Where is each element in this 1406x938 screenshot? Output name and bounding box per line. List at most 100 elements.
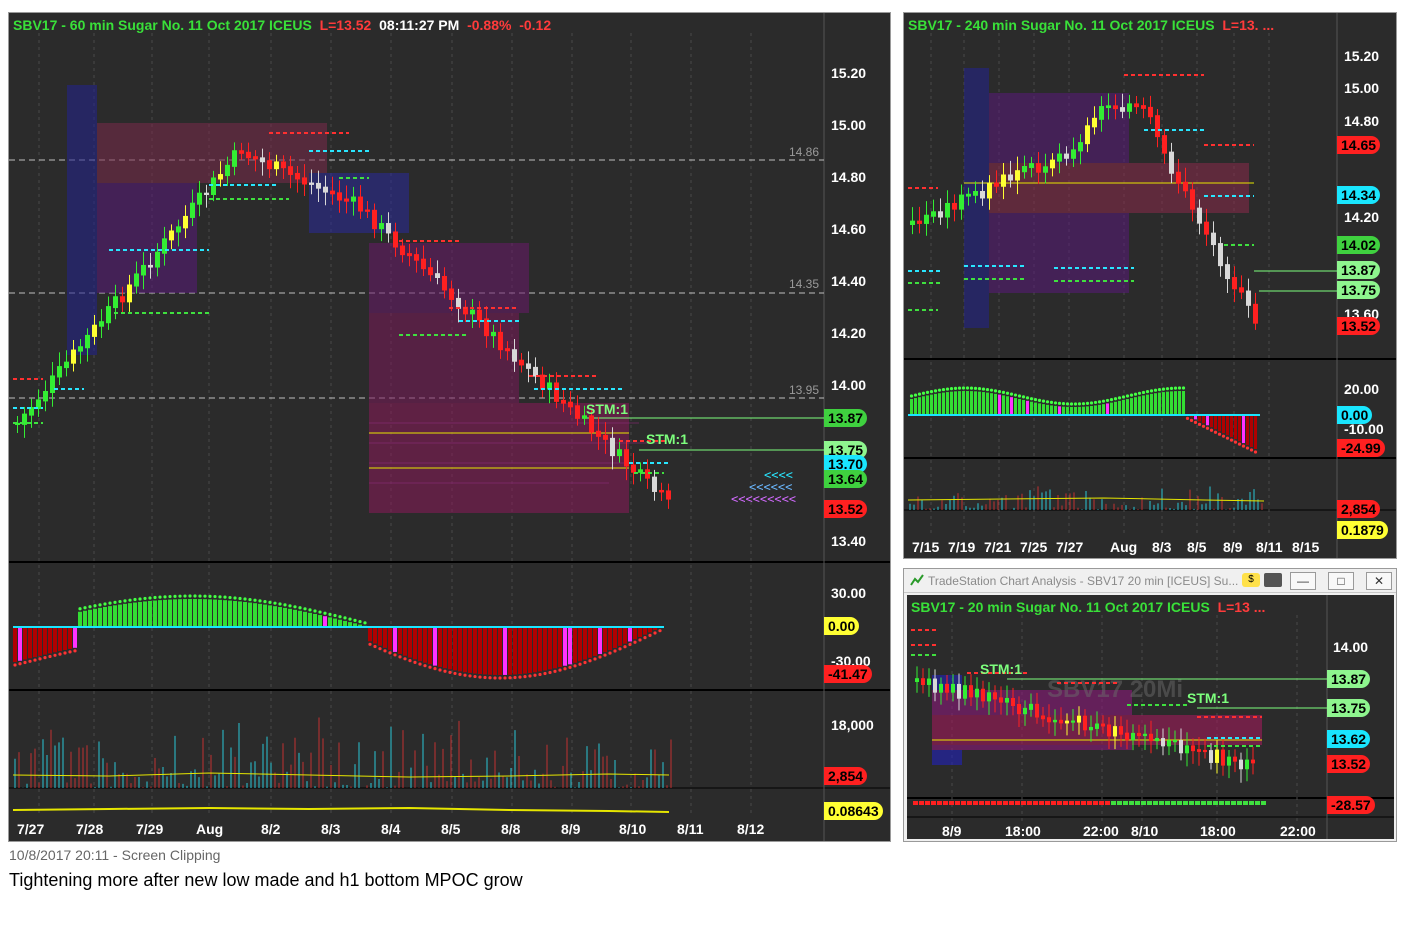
osc-dot bbox=[603, 653, 607, 657]
price-tick: 14.80 bbox=[1344, 113, 1380, 129]
candle-body bbox=[987, 182, 992, 199]
symbol-link-icon[interactable]: $ bbox=[1242, 573, 1260, 587]
candle-body bbox=[589, 415, 594, 433]
osc-dot bbox=[593, 657, 597, 661]
osc-dot bbox=[388, 651, 392, 655]
minimize-button[interactable]: — bbox=[1290, 572, 1316, 590]
osc-dot bbox=[218, 595, 222, 599]
osc-dot bbox=[518, 675, 522, 679]
osc-dot bbox=[1141, 801, 1146, 805]
osc-dot bbox=[929, 390, 934, 394]
osc-bar bbox=[468, 627, 472, 673]
candle-body bbox=[190, 202, 195, 218]
chart-20min-canvas[interactable]: SBV17 20Mi bbox=[907, 595, 1394, 839]
osc-bar bbox=[1050, 405, 1053, 415]
osc-bar bbox=[333, 618, 337, 627]
osc-bar bbox=[1042, 404, 1045, 415]
osc-bar bbox=[1218, 415, 1221, 432]
osc-dot bbox=[138, 597, 142, 601]
candle-body bbox=[1233, 756, 1237, 762]
osc-dot bbox=[113, 600, 117, 604]
osc-dot bbox=[278, 602, 282, 606]
window-title-bar[interactable]: TradeStation Chart Analysis - SBV17 20 m… bbox=[904, 569, 1396, 593]
candle-body bbox=[337, 192, 342, 201]
osc-dot bbox=[1125, 394, 1130, 398]
candle-body bbox=[915, 678, 919, 682]
osc-dot bbox=[1237, 442, 1242, 446]
chart-panel-240min[interactable]: SBV17 - 240 min Sugar No. 11 Oct 2017 IC… bbox=[903, 12, 1397, 559]
osc-bar bbox=[203, 599, 207, 627]
osc-bar bbox=[998, 394, 1001, 415]
candle-body bbox=[197, 192, 202, 205]
candle-body bbox=[987, 692, 991, 702]
candle-body bbox=[1137, 732, 1141, 737]
candle-body bbox=[994, 182, 999, 187]
osc-bar bbox=[643, 627, 647, 635]
candle-body bbox=[1120, 107, 1125, 112]
date-tick: 8/10 bbox=[1131, 823, 1159, 839]
osc-dot bbox=[88, 605, 92, 609]
level-label: 13.95 bbox=[789, 383, 820, 397]
maximize-button[interactable]: □ bbox=[1328, 572, 1354, 590]
osc-dot bbox=[941, 387, 946, 392]
indicator-tag: 0.08643 bbox=[824, 802, 883, 820]
osc-dot bbox=[1039, 801, 1044, 805]
osc-dot bbox=[1207, 801, 1212, 805]
candle-body bbox=[57, 366, 62, 378]
osc-bar bbox=[922, 396, 925, 415]
candle-body bbox=[1001, 174, 1006, 187]
menu-icon[interactable] bbox=[1264, 573, 1282, 587]
osc-bar bbox=[628, 627, 632, 642]
osc-bar bbox=[1058, 406, 1061, 415]
momentum-oscillator-60min bbox=[13, 594, 662, 680]
osc-bar bbox=[293, 609, 297, 627]
osc-bar bbox=[473, 627, 477, 674]
chart-240min-canvas[interactable] bbox=[904, 13, 1397, 559]
osc-bar bbox=[248, 602, 252, 627]
osc-bar bbox=[1102, 404, 1105, 415]
candle-body bbox=[1011, 698, 1015, 707]
candle-body bbox=[624, 449, 629, 467]
candle-body bbox=[1089, 726, 1093, 731]
osc-dot bbox=[333, 613, 337, 618]
candle-body bbox=[400, 245, 405, 256]
candle-body bbox=[316, 182, 321, 189]
osc-dot bbox=[48, 654, 52, 659]
candle-body bbox=[1071, 720, 1075, 723]
candle-body bbox=[274, 161, 279, 170]
date-tick: 7/25 bbox=[1020, 539, 1048, 555]
candle-body bbox=[414, 254, 419, 261]
osc-dot bbox=[323, 611, 327, 615]
osc-bar bbox=[53, 627, 57, 653]
candle-body bbox=[554, 382, 559, 402]
osc-bar bbox=[1242, 415, 1245, 444]
osc-bar bbox=[498, 627, 502, 675]
chart-panel-60min[interactable]: <<<<<<<<< <<<<<< <<<< SBV17 - 60 min Sug… bbox=[8, 12, 891, 842]
chart-20min-area[interactable]: SBV17 20Mi SBV17 - 20 min Sugar No. 11 O… bbox=[907, 595, 1394, 839]
osc-bar bbox=[1154, 393, 1157, 415]
candle-body bbox=[1041, 715, 1045, 720]
chart-window-20min[interactable]: TradeStation Chart Analysis - SBV17 20 m… bbox=[903, 568, 1397, 842]
osc-bar bbox=[283, 607, 287, 627]
date-tick: Aug bbox=[1110, 539, 1138, 555]
candle-body bbox=[1191, 745, 1195, 752]
osc-dot bbox=[1077, 402, 1082, 406]
osc-dot bbox=[118, 599, 122, 604]
osc-bar bbox=[108, 606, 112, 627]
candle-body bbox=[1125, 732, 1129, 741]
osc-dot bbox=[1075, 801, 1080, 805]
osc-dot bbox=[1013, 393, 1018, 397]
osc-dot bbox=[548, 670, 552, 675]
osc-bar bbox=[13, 627, 17, 662]
osc-bar bbox=[58, 627, 62, 652]
osc-bar bbox=[443, 627, 447, 669]
candle-body bbox=[1253, 303, 1258, 324]
candle-body bbox=[232, 150, 237, 167]
close-button[interactable]: ✕ bbox=[1366, 572, 1392, 590]
osc-bar bbox=[954, 391, 957, 415]
osc-bar bbox=[33, 627, 37, 658]
osc-bar bbox=[1106, 403, 1109, 415]
last-price: L=13 ... bbox=[1217, 599, 1266, 615]
candle-body bbox=[652, 476, 657, 492]
chart-60min-canvas[interactable]: <<<<<<<<< <<<<<< <<<< bbox=[9, 13, 891, 842]
